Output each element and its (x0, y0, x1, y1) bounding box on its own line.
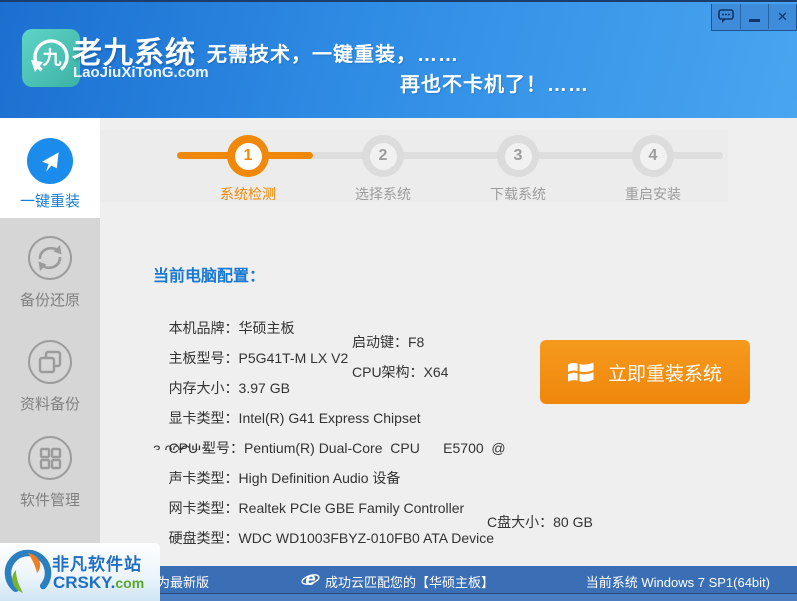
config-row-cpu: CPU 型号：Pentium(R) Dual-Core CPU E5700 @ (153, 422, 723, 456)
config-value-boot-key: 启动键：F8 (352, 334, 425, 350)
cloud-match-text: 成功云匹配您的【华硕主板】 (325, 575, 495, 590)
svg-text:九: 九 (41, 47, 61, 69)
crsky-logo-icon (4, 549, 52, 597)
watermark-site-name: 非凡软件站 (52, 555, 142, 574)
window-controls: ✕ (711, 4, 797, 31)
windows-logo-icon (567, 362, 594, 382)
reinstall-button-label: 立即重装系统 (607, 363, 722, 385)
config-row-brand: 本机品牌：华硕主板 (153, 302, 723, 336)
current-system-text: 当前系统 Windows 7 SP1(64bit) (585, 575, 770, 590)
step-label: 系统检测 (220, 186, 276, 202)
slogan-line-1: 无需技术，一键重装，…… (207, 44, 459, 66)
config-row-disk: 硬盘类型：WDC WD1003FBYZ-010FB0 ATA Device C盘… (153, 512, 723, 546)
svg-text:e: e (305, 570, 315, 589)
step-circle: 3 (497, 135, 539, 177)
config-value-cpu-arch: CPU架构：X64 (352, 364, 449, 380)
step-system-check: 1 系统检测 (206, 135, 290, 204)
reinstall-now-button[interactable]: 立即重装系统 (540, 340, 750, 404)
watermark-domain-tld: com (115, 575, 145, 591)
version-status-text: 为最新版 (157, 575, 210, 590)
browser-e-icon: e (301, 570, 320, 589)
minimize-button[interactable] (740, 4, 768, 29)
config-row-network: 网卡类型：Realtek PCIe GBE Family Controller (153, 482, 723, 516)
step-choose-system: 2 选择系统 (341, 135, 425, 204)
step-label: 重启安装 (625, 186, 681, 202)
step-circle: 4 (632, 135, 674, 177)
chat-bubble-icon (718, 9, 734, 23)
app-grid-icon (28, 436, 72, 480)
copy-files-icon (28, 340, 72, 384)
sidebar-item-label: 软件管理 (19, 492, 80, 509)
feedback-button[interactable] (712, 4, 740, 29)
config-row-audio: 声卡类型：High Definition Audio 设备 (153, 452, 723, 486)
sidebar-item-label: 备份还原 (19, 292, 80, 309)
header: 九 老九系统 LaoJiuXiTonG.com 无需技术，一键重装，…… 再也不… (0, 0, 797, 118)
brand-domain: LaoJiuXiTonG.com (73, 64, 209, 81)
step-circle: 1 (227, 135, 269, 177)
step-reboot-install: 4 重启安装 (611, 135, 695, 204)
sidebar-item-data-backup[interactable]: 资料备份 (0, 338, 100, 414)
sidebar-item-software-manager[interactable]: 软件管理 (0, 434, 100, 510)
step-label: 下载系统 (490, 186, 546, 202)
step-label: 选择系统 (355, 186, 411, 202)
sidebar-item-label: 一键重装 (19, 193, 80, 210)
app-window: 九 老九系统 LaoJiuXiTonG.com 无需技术，一键重装，…… 再也不… (0, 0, 797, 601)
sidebar-item-reinstall[interactable]: 一键重装 (0, 118, 100, 218)
watermark-domain-main: CRSKY. (53, 573, 116, 592)
config-cpu-clipped-line: 3.00GHz (153, 443, 208, 450)
sidebar-item-backup-restore[interactable]: 备份还原 (0, 234, 100, 310)
sync-arrows-icon (28, 236, 72, 280)
step-download-system: 3 下载系统 (476, 135, 560, 204)
step-number: 4 (639, 142, 667, 170)
minimize-icon (749, 19, 760, 22)
config-title: 当前电脑配置： (153, 268, 266, 285)
sidebar: 一键重装 备份还原 资料备份 软件管理 (0, 118, 100, 601)
cursor-arrow-icon (27, 138, 73, 184)
sidebar-item-label: 资料备份 (19, 396, 80, 413)
close-button[interactable]: ✕ (768, 4, 796, 29)
step-number: 1 (234, 142, 262, 170)
step-circle: 2 (362, 135, 404, 177)
slogan-line-2: 再也不卡机了！…… (400, 74, 589, 96)
step-number: 3 (504, 142, 532, 170)
watermark-site-domain: CRSKY.com (53, 573, 144, 593)
crsky-watermark: 非凡软件站 CRSKY.com (0, 543, 160, 601)
config-value-cdrive-size: C盘大小：80 GB (487, 514, 593, 530)
step-number: 2 (369, 142, 397, 170)
config-value: 硬盘类型：WDC WD1003FBYZ-010FB0 ATA Device (168, 530, 495, 546)
